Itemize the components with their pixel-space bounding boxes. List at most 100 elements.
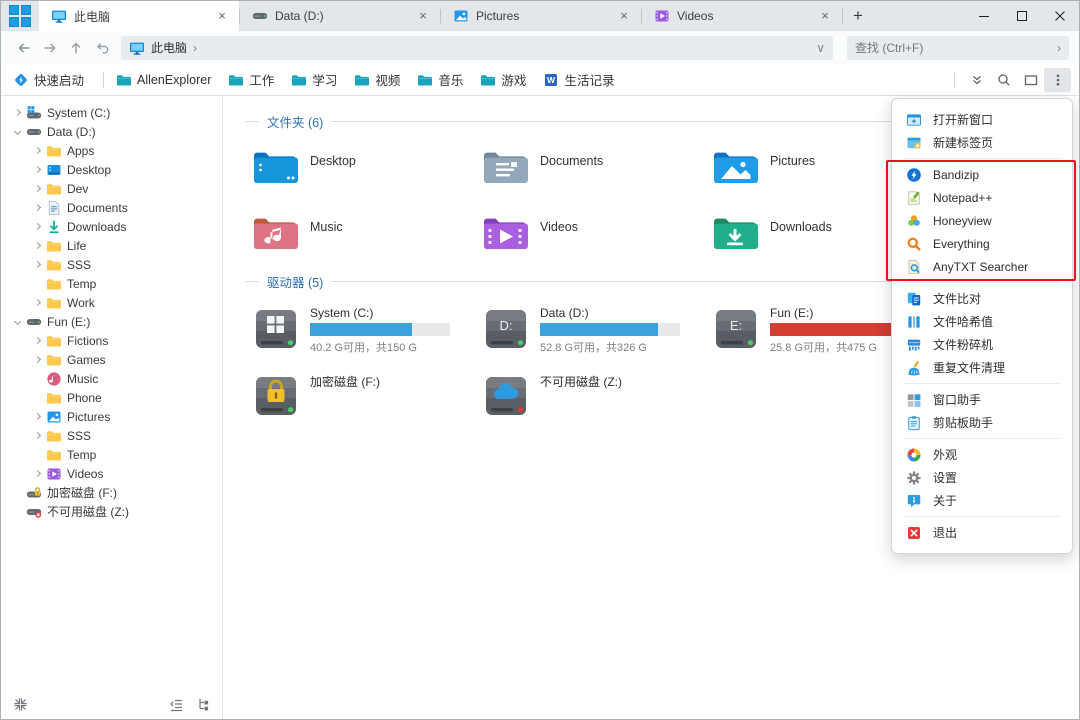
chevron-down-icon[interactable] bbox=[9, 317, 25, 326]
menu-item-新建标签页[interactable]: 新建标签页 bbox=[892, 131, 1072, 154]
menu-item-文件粉碎机[interactable]: 文件粉碎机 bbox=[892, 333, 1072, 356]
tab-close-icon[interactable]: × bbox=[414, 7, 432, 25]
tab-close-icon[interactable]: × bbox=[213, 7, 231, 25]
chevron-right-icon[interactable] bbox=[29, 146, 45, 155]
menu-item-重复文件清理[interactable]: 重复文件清理 bbox=[892, 356, 1072, 379]
search-box[interactable]: › bbox=[847, 35, 1069, 60]
folder-tile-documents[interactable]: Documents bbox=[482, 147, 712, 191]
chevron-right-icon[interactable] bbox=[29, 431, 45, 440]
menu-item-文件哈希值[interactable]: 文件哈希值 bbox=[892, 310, 1072, 333]
menu-item-设置[interactable]: 设置 bbox=[892, 466, 1072, 489]
expand-more-button[interactable] bbox=[963, 68, 990, 92]
chevron-right-icon[interactable] bbox=[29, 298, 45, 307]
tree-item-phone[interactable]: Phone bbox=[1, 388, 222, 407]
chevron-right-icon[interactable] bbox=[29, 203, 45, 212]
menu-item-退出[interactable]: 退出 bbox=[892, 521, 1072, 544]
tree-item-work[interactable]: Work bbox=[1, 293, 222, 312]
chevron-right-icon[interactable] bbox=[29, 355, 45, 364]
menu-item-文件比对[interactable]: 文件比对 bbox=[892, 287, 1072, 310]
drive-tile-加密磁盘-f-[interactable]: 加密磁盘 (F:) bbox=[252, 372, 482, 424]
drive-tile-不可用磁盘-z-[interactable]: 不可用磁盘 (Z:) bbox=[482, 372, 712, 424]
tree-item-music[interactable]: Music bbox=[1, 369, 222, 388]
search-tool-button[interactable] bbox=[990, 68, 1017, 92]
layout-tool-button[interactable] bbox=[1017, 68, 1044, 92]
folder-tile-desktop[interactable]: Desktop bbox=[252, 147, 482, 191]
tree-item-games[interactable]: Games bbox=[1, 350, 222, 369]
address-breadcrumb[interactable]: 此电脑 › ∨ bbox=[121, 35, 833, 60]
tree-item-data-d-[interactable]: Data (D:) bbox=[1, 122, 222, 141]
search-expand-icon[interactable]: › bbox=[1057, 41, 1061, 55]
tree-item-sss[interactable]: SSS bbox=[1, 255, 222, 274]
bookmark-视频[interactable]: 视频 bbox=[354, 70, 400, 89]
tree-item-documents[interactable]: Documents bbox=[1, 198, 222, 217]
tree-view-icon[interactable] bbox=[195, 696, 213, 712]
tree-item-pictures[interactable]: Pictures bbox=[1, 407, 222, 426]
menu-item-honeyview[interactable]: Honeyview bbox=[892, 209, 1072, 232]
chevron-right-icon[interactable] bbox=[29, 412, 45, 421]
bookmark-学习[interactable]: 学习 bbox=[291, 70, 337, 89]
menu-item-关于[interactable]: 关于 bbox=[892, 489, 1072, 512]
menu-item-everything[interactable]: Everything bbox=[892, 232, 1072, 255]
maximize-button[interactable] bbox=[1003, 1, 1041, 31]
folder-tile-videos[interactable]: Videos bbox=[482, 213, 712, 257]
more-menu-button[interactable] bbox=[1044, 67, 1071, 92]
menu-item-打开新窗口[interactable]: 打开新窗口 bbox=[892, 108, 1072, 131]
chevron-right-icon[interactable] bbox=[29, 336, 45, 345]
tab-data-d-[interactable]: Data (D:) × bbox=[240, 1, 440, 31]
new-tab-button[interactable]: + bbox=[843, 1, 873, 31]
tree-item-temp[interactable]: Temp bbox=[1, 274, 222, 293]
tab--[interactable]: 此电脑 × bbox=[39, 1, 239, 31]
chevron-right-icon[interactable] bbox=[29, 469, 45, 478]
breadcrumb-chevron-icon[interactable]: › bbox=[193, 41, 197, 55]
chevron-right-icon[interactable] bbox=[9, 108, 25, 117]
search-input[interactable] bbox=[855, 40, 1057, 55]
bookmark-quick-launch[interactable]: 快速启动 bbox=[13, 70, 84, 89]
address-dropdown-icon[interactable]: ∨ bbox=[816, 41, 825, 55]
menu-item-notepad-[interactable]: Notepad++ bbox=[892, 186, 1072, 209]
tree-item-life[interactable]: Life bbox=[1, 236, 222, 255]
tree-item-downloads[interactable]: Downloads bbox=[1, 217, 222, 236]
tree-item-apps[interactable]: Apps bbox=[1, 141, 222, 160]
folder-tile-music[interactable]: Music bbox=[252, 213, 482, 257]
menu-item-剪贴板助手[interactable]: 剪贴板助手 bbox=[892, 411, 1072, 434]
tree-item-不可用磁盘-z-[interactable]: 不可用磁盘 (Z:) bbox=[1, 502, 222, 521]
bookmark-游戏[interactable]: 游戏 bbox=[480, 70, 526, 89]
tab-pictures[interactable]: Pictures × bbox=[441, 1, 641, 31]
bookmark-生活记录[interactable]: W 生活记录 bbox=[543, 70, 614, 89]
menu-item-窗口助手[interactable]: 窗口助手 bbox=[892, 388, 1072, 411]
tree-item-加密磁盘-f-[interactable]: 加密磁盘 (F:) bbox=[1, 483, 222, 502]
chevron-right-icon[interactable] bbox=[29, 165, 45, 174]
menu-item-bandizip[interactable]: Bandizip bbox=[892, 163, 1072, 186]
chevron-down-icon[interactable] bbox=[9, 127, 25, 136]
tree-item-desktop[interactable]: Desktop bbox=[1, 160, 222, 179]
tree-item-sss[interactable]: SSS bbox=[1, 426, 222, 445]
history-undo-button[interactable] bbox=[89, 35, 115, 61]
tree-item-fun-e-[interactable]: Fun (E:) bbox=[1, 312, 222, 331]
menu-item-anytxt-searcher[interactable]: AnyTXT Searcher bbox=[892, 255, 1072, 278]
tab-videos[interactable]: Videos × bbox=[642, 1, 842, 31]
drive-tile-system-c-[interactable]: System (C:) 40.2 G可用，共150 G bbox=[252, 305, 482, 357]
bookmark-allenexplorer[interactable]: AllenExplorer bbox=[116, 72, 211, 88]
tree-item-fictions[interactable]: Fictions bbox=[1, 331, 222, 350]
menu-item-外观[interactable]: 外观 bbox=[892, 443, 1072, 466]
collapse-all-icon[interactable] bbox=[167, 696, 185, 712]
tree-item-videos[interactable]: Videos bbox=[1, 464, 222, 483]
chevron-right-icon[interactable] bbox=[29, 241, 45, 250]
chevron-right-icon[interactable] bbox=[29, 222, 45, 231]
chevron-right-icon[interactable] bbox=[29, 260, 45, 269]
forward-button[interactable] bbox=[37, 35, 63, 61]
up-button[interactable] bbox=[63, 35, 89, 61]
bookmark-音乐[interactable]: 音乐 bbox=[417, 70, 463, 89]
bookmark-工作[interactable]: 工作 bbox=[228, 70, 274, 89]
tree-item-temp[interactable]: Temp bbox=[1, 445, 222, 464]
back-button[interactable] bbox=[11, 35, 37, 61]
close-window-button[interactable] bbox=[1041, 1, 1079, 31]
tree-item-system-c-[interactable]: System (C:) bbox=[1, 103, 222, 122]
tab-close-icon[interactable]: × bbox=[615, 7, 633, 25]
app-logo-icon[interactable] bbox=[1, 1, 39, 31]
drive-tile-data-d-[interactable]: D: Data (D:) 52.8 G可用，共326 G bbox=[482, 305, 712, 357]
tree-item-dev[interactable]: Dev bbox=[1, 179, 222, 198]
tab-close-icon[interactable]: × bbox=[816, 7, 834, 25]
chevron-right-icon[interactable] bbox=[29, 184, 45, 193]
minimize-button[interactable] bbox=[965, 1, 1003, 31]
